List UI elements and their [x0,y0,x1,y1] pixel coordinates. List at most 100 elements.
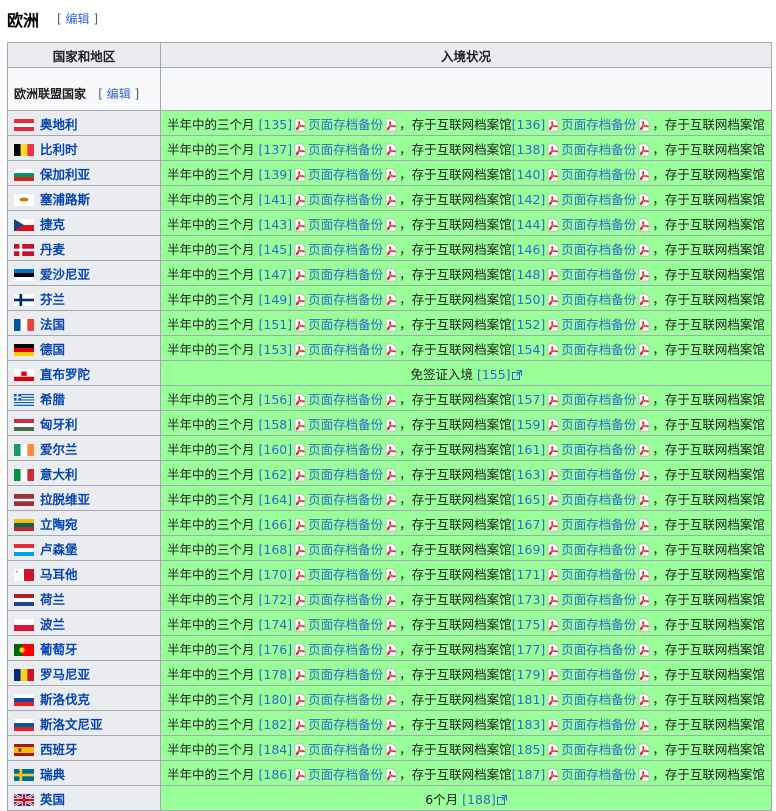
reference-link[interactable]: [161] [512,442,546,457]
archive-link[interactable]: 页面存档备份 [561,617,636,632]
reference-link[interactable]: [135] [259,117,293,132]
reference-link[interactable]: [150] [512,292,546,307]
country-link[interactable]: 瑞典 [40,767,65,782]
archive-link[interactable]: 页面存档备份 [561,442,636,457]
country-link[interactable]: 罗马尼亚 [40,667,90,682]
reference-link[interactable]: [160] [259,442,293,457]
archive-link[interactable]: 页面存档备份 [308,117,383,132]
country-link[interactable]: 匈牙利 [40,417,78,432]
reference-link[interactable]: [173] [512,592,546,607]
archive-link[interactable]: 页面存档备份 [561,742,636,757]
archive-link[interactable]: 页面存档备份 [561,417,636,432]
archive-link[interactable]: 页面存档备份 [561,292,636,307]
country-link[interactable]: 葡萄牙 [40,642,78,657]
reference-link[interactable]: [144] [512,217,546,232]
archive-link[interactable]: 页面存档备份 [308,317,383,332]
reference-link[interactable]: [188] [462,792,496,807]
reference-link[interactable]: [185] [512,742,546,757]
archive-link[interactable]: 页面存档备份 [308,342,383,357]
archive-link[interactable]: 页面存档备份 [308,492,383,507]
country-link[interactable]: 丹麦 [40,242,65,257]
archive-link[interactable]: 页面存档备份 [308,467,383,482]
archive-link[interactable]: 页面存档备份 [561,192,636,207]
archive-link[interactable]: 页面存档备份 [308,242,383,257]
reference-link[interactable]: [182] [259,717,293,732]
archive-link[interactable]: 页面存档备份 [561,267,636,282]
archive-link[interactable]: 页面存档备份 [561,142,636,157]
archive-link[interactable]: 页面存档备份 [308,692,383,707]
reference-link[interactable]: [166] [259,517,293,532]
country-link[interactable]: 英国 [40,792,65,807]
reference-link[interactable]: [146] [512,242,546,257]
reference-link[interactable]: [181] [512,692,546,707]
archive-link[interactable]: 页面存档备份 [308,142,383,157]
reference-link[interactable]: [168] [259,542,293,557]
reference-link[interactable]: [137] [259,142,293,157]
reference-link[interactable]: [178] [259,667,293,682]
reference-link[interactable]: [169] [512,542,546,557]
edit-section-link[interactable]: 编辑 [66,12,90,26]
archive-link[interactable]: 页面存档备份 [308,667,383,682]
country-link[interactable]: 爱沙尼亚 [40,267,90,282]
reference-link[interactable]: [138] [512,142,546,157]
reference-link[interactable]: [179] [512,667,546,682]
country-link[interactable]: 马耳他 [40,567,78,582]
reference-link[interactable]: [158] [259,417,293,432]
reference-link[interactable]: [152] [512,317,546,332]
reference-link[interactable]: [183] [512,717,546,732]
reference-link[interactable]: [136] [512,117,546,132]
archive-link[interactable]: 页面存档备份 [308,742,383,757]
country-link[interactable]: 斯洛文尼亚 [40,717,103,732]
archive-link[interactable]: 页面存档备份 [561,117,636,132]
archive-link[interactable]: 页面存档备份 [308,642,383,657]
reference-link[interactable]: [156] [259,392,293,407]
reference-link[interactable]: [162] [259,467,293,482]
archive-link[interactable]: 页面存档备份 [561,717,636,732]
reference-link[interactable]: [147] [259,267,293,282]
country-link[interactable]: 芬兰 [40,292,65,307]
reference-link[interactable]: [143] [259,217,293,232]
reference-link[interactable]: [154] [512,342,546,357]
archive-link[interactable]: 页面存档备份 [308,267,383,282]
archive-link[interactable]: 页面存档备份 [308,217,383,232]
reference-link[interactable]: [151] [259,317,293,332]
reference-link[interactable]: [176] [259,642,293,657]
country-link[interactable]: 斯洛伐克 [40,692,90,707]
reference-link[interactable]: [157] [512,392,546,407]
archive-link[interactable]: 页面存档备份 [561,542,636,557]
archive-link[interactable]: 页面存档备份 [308,542,383,557]
reference-link[interactable]: [163] [512,467,546,482]
archive-link[interactable]: 页面存档备份 [561,467,636,482]
archive-link[interactable]: 页面存档备份 [561,242,636,257]
country-link[interactable]: 波兰 [40,617,65,632]
reference-link[interactable]: [164] [259,492,293,507]
country-link[interactable]: 意大利 [40,467,78,482]
archive-link[interactable]: 页面存档备份 [561,342,636,357]
archive-link[interactable]: 页面存档备份 [308,592,383,607]
reference-link[interactable]: [177] [512,642,546,657]
reference-link[interactable]: [153] [259,342,293,357]
reference-link[interactable]: [155] [477,367,511,382]
subheading-edit-link[interactable]: 编辑 [107,87,131,101]
country-link[interactable]: 保加利亚 [40,167,90,182]
country-link[interactable]: 直布罗陀 [40,367,90,382]
reference-link[interactable]: [175] [512,617,546,632]
reference-link[interactable]: [145] [259,242,293,257]
reference-link[interactable]: [149] [259,292,293,307]
country-link[interactable]: 法国 [40,317,65,332]
archive-link[interactable]: 页面存档备份 [308,567,383,582]
reference-link[interactable]: [167] [512,517,546,532]
reference-link[interactable]: [174] [259,617,293,632]
reference-link[interactable]: [165] [512,492,546,507]
archive-link[interactable]: 页面存档备份 [561,567,636,582]
archive-link[interactable]: 页面存档备份 [561,767,636,782]
reference-link[interactable]: [159] [512,417,546,432]
reference-link[interactable]: [172] [259,592,293,607]
country-link[interactable]: 奥地利 [40,117,78,132]
country-link[interactable]: 荷兰 [40,592,65,607]
archive-link[interactable]: 页面存档备份 [308,392,383,407]
reference-link[interactable]: [140] [512,167,546,182]
country-link[interactable]: 希腊 [40,392,65,407]
archive-link[interactable]: 页面存档备份 [308,292,383,307]
reference-link[interactable]: [141] [259,192,293,207]
